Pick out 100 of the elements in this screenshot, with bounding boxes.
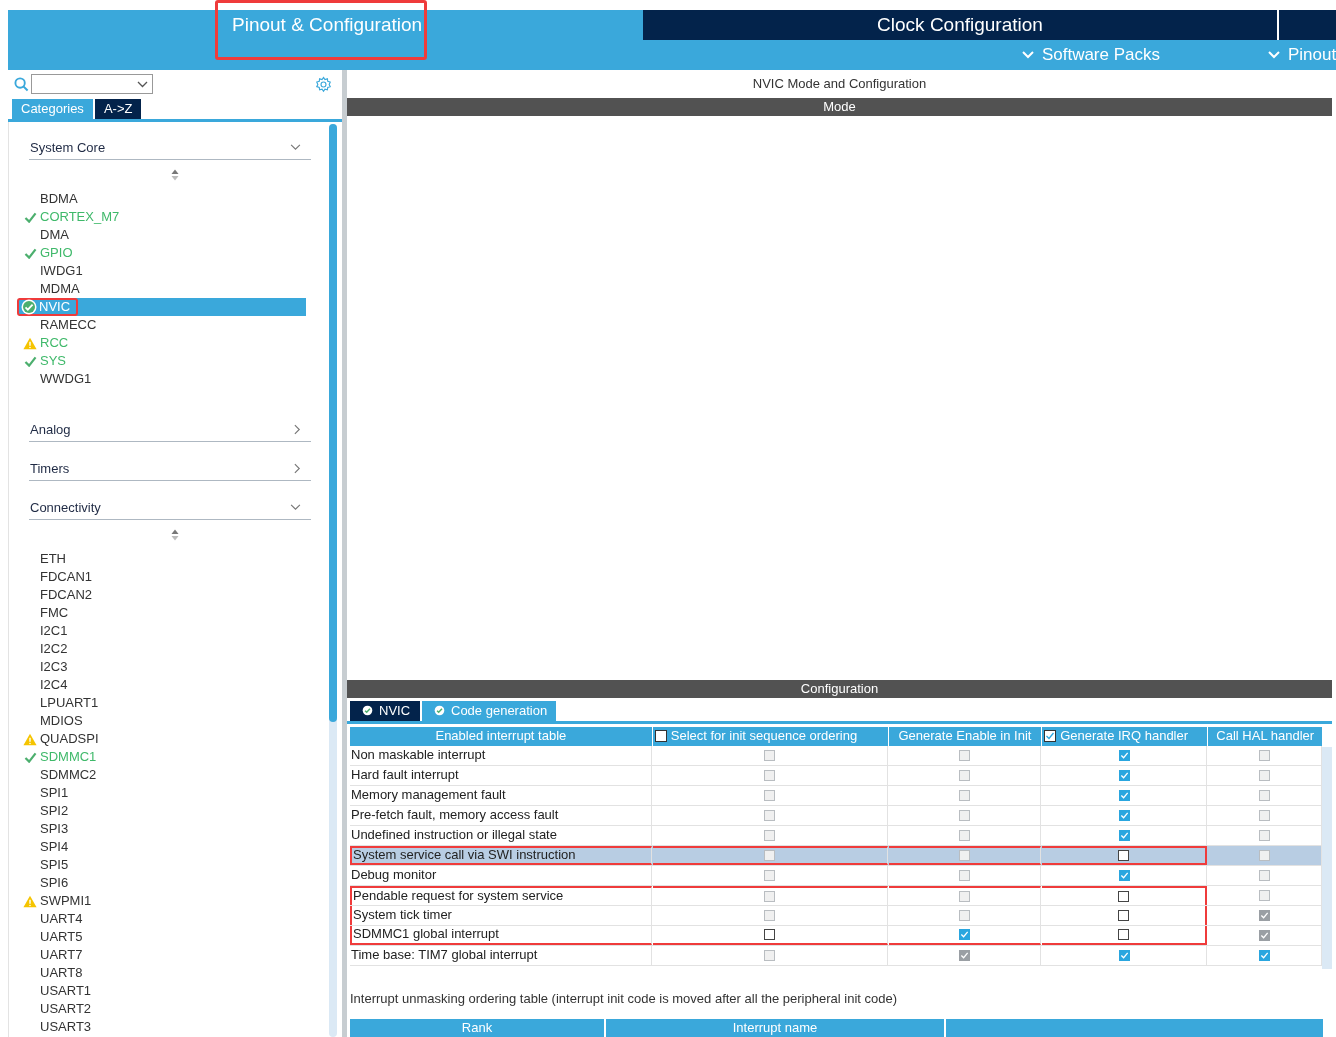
peripheral-item[interactable]: FDCAN1: [19, 568, 306, 586]
peripheral-item[interactable]: UART5: [19, 928, 306, 946]
peripheral-item[interactable]: I2C4: [19, 676, 306, 694]
table-row[interactable]: Memory management fault: [350, 785, 1322, 806]
peripheral-item[interactable]: MDMA: [19, 280, 306, 298]
column-header: Call HAL handler: [1208, 726, 1322, 746]
check-icon: [23, 211, 37, 223]
column-header: Enabled interrupt table: [350, 726, 652, 746]
peripheral-item[interactable]: SPI1: [19, 784, 306, 802]
peripheral-item[interactable]: DMA: [19, 226, 306, 244]
search-field[interactable]: [31, 74, 153, 94]
peripheral-item[interactable]: UART8: [19, 964, 306, 982]
peripheral-item[interactable]: RAMECC: [19, 316, 306, 334]
checkbox[interactable]: [1118, 928, 1130, 940]
header-checkbox[interactable]: [1044, 730, 1057, 742]
peripheral-item[interactable]: MDIOS: [19, 712, 306, 730]
column-header: Generate IRQ handler: [1060, 727, 1189, 746]
configuration-header: Configuration: [347, 679, 1332, 698]
peripheral-item[interactable]: SPI5: [19, 856, 306, 874]
peripheral-item[interactable]: UART7: [19, 946, 306, 964]
category-header[interactable]: Timers: [29, 451, 311, 481]
scrollbar-track[interactable]: [1322, 746, 1332, 969]
peripheral-item[interactable]: I2C2: [19, 640, 306, 658]
category-header[interactable]: Analog: [29, 412, 311, 442]
header-checkbox[interactable]: [654, 730, 667, 742]
peripheral-item[interactable]: FDCAN2: [19, 586, 306, 604]
peripheral-item[interactable]: UART4: [19, 910, 306, 928]
checkbox[interactable]: [1118, 869, 1130, 881]
scrollbar-thumb[interactable]: [329, 124, 337, 722]
peripheral-item[interactable]: I2C3: [19, 658, 306, 676]
mode-header: Mode: [347, 97, 1332, 116]
column-header: Interrupt name: [606, 1019, 944, 1037]
peripheral-item[interactable]: IWDG1: [19, 262, 306, 280]
peripheral-item[interactable]: SPI3: [19, 820, 306, 838]
table-row[interactable]: Time base: TIM7 global interrupt: [350, 945, 1322, 966]
checkbox[interactable]: [1118, 829, 1130, 841]
checkbox[interactable]: [959, 928, 970, 940]
table-row[interactable]: Hard fault interrupt: [350, 765, 1322, 786]
peripheral-item[interactable]: SPI6: [19, 874, 306, 892]
table-cell: Pendable request for system service: [350, 885, 652, 905]
note-text: Interrupt unmasking ordering table (interrupt init code is moved after all the peripheral init code): [349, 989, 898, 1008]
checkbox[interactable]: [1118, 809, 1130, 821]
table-row[interactable]: Pendable request for system service: [350, 885, 1322, 906]
checkbox[interactable]: [1259, 949, 1271, 961]
tab-stub: [1279, 10, 1336, 40]
table-row[interactable]: Non maskable interrupt: [350, 745, 1322, 766]
category-header[interactable]: System Core: [29, 130, 311, 160]
table-cell: Hard fault interrupt: [350, 765, 652, 785]
checkbox[interactable]: [1118, 789, 1130, 801]
category-header[interactable]: Connectivity: [29, 490, 311, 520]
checkbox[interactable]: [1118, 849, 1130, 861]
table-row[interactable]: Pre-fetch fault, memory access fault: [350, 805, 1322, 826]
table-row[interactable]: Debug monitor: [350, 865, 1322, 886]
column-header: Generate Enable in Init: [888, 726, 1042, 746]
checkbox[interactable]: [1118, 769, 1130, 781]
table-row[interactable]: SDMMC1 global interrupt: [350, 925, 1322, 946]
peripheral-item[interactable]: USART1: [19, 982, 306, 1000]
checkbox[interactable]: [764, 928, 776, 940]
settings-icon[interactable]: [315, 75, 332, 93]
peripheral-item[interactable]: USART2: [19, 1000, 306, 1018]
table-cell: Pre-fetch fault, memory access fault: [350, 805, 652, 825]
view-tab[interactable]: A->Z: [94, 99, 142, 119]
check-circle-icon: [434, 705, 445, 717]
peripheral-item[interactable]: FMC: [19, 604, 306, 622]
table-cell: Non maskable interrupt: [350, 745, 652, 765]
chevron-right-icon: [294, 424, 301, 435]
sort-icon: [171, 169, 179, 181]
sort-icon: [171, 529, 179, 541]
table-row[interactable]: System service call via SWI instruction: [350, 845, 1322, 866]
peripheral-item[interactable]: BDMA: [19, 190, 306, 208]
peripheral-item[interactable]: I2C1: [19, 622, 306, 640]
checkbox[interactable]: [1118, 890, 1130, 902]
table-cell: Memory management fault: [350, 785, 652, 805]
warning-icon: [23, 894, 37, 908]
peripheral-item[interactable]: SDMMC2: [19, 766, 306, 784]
peripheral-item[interactable]: SPI2: [19, 802, 306, 820]
top-tab[interactable]: Clock Configuration: [643, 10, 1279, 40]
warning-icon: [23, 336, 37, 350]
table-row[interactable]: Undefined instruction or illegal state: [350, 825, 1322, 846]
table-cell: Debug monitor: [350, 865, 652, 885]
peripheral-item[interactable]: SPI4: [19, 838, 306, 856]
peripheral-item[interactable]: USART3: [19, 1018, 306, 1036]
config-tab[interactable]: NVIC: [350, 700, 420, 721]
peripheral-item[interactable]: WWDG1: [19, 370, 306, 388]
table-cell: SDMMC1 global interrupt: [350, 925, 652, 945]
chevron-down-icon: [290, 504, 301, 511]
checkbox[interactable]: [1118, 909, 1130, 921]
check-icon: [23, 355, 37, 367]
peripheral-item[interactable]: QUADSPI: [19, 730, 306, 748]
peripheral-item[interactable]: ETH: [19, 550, 306, 568]
checkbox[interactable]: [1118, 949, 1130, 961]
search-icon[interactable]: [14, 76, 29, 92]
table-cell: System tick timer: [350, 905, 652, 925]
dropdown-icon[interactable]: [137, 80, 148, 88]
peripheral-item[interactable]: SWPMI1: [19, 892, 306, 910]
table-row[interactable]: System tick timer: [350, 905, 1322, 926]
peripheral-item[interactable]: LPUART1: [19, 694, 306, 712]
chevron-down-icon: [290, 144, 301, 151]
scrollbar-track[interactable]: [329, 124, 337, 1037]
checkbox[interactable]: [1118, 749, 1130, 761]
